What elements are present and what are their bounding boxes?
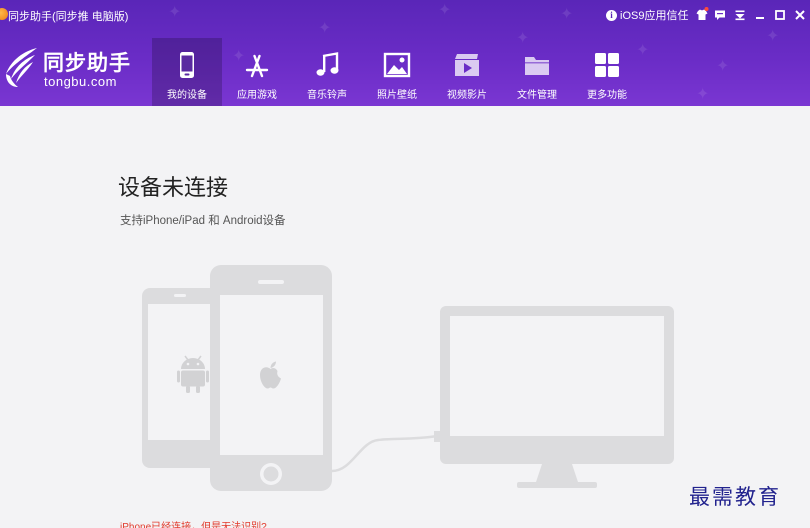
folder-icon (525, 57, 549, 75)
brand-name-en: tongbu.com (44, 74, 117, 89)
skin-icon (696, 7, 709, 20)
nav-item-apps-games[interactable]: 应用游戏 (222, 38, 292, 106)
star-decoration: ✦ (716, 56, 730, 75)
feedback-button[interactable] (712, 6, 728, 24)
grid-icon (595, 53, 619, 77)
star-decoration: ✦ (766, 26, 780, 45)
nav-label: 视频影片 (447, 90, 487, 101)
minimize-icon (756, 17, 764, 19)
music-note-icon (316, 52, 339, 76)
main-nav: 我的设备 应用游戏 音乐铃声 照片壁纸 视频影片 文件管理 更多功能 (152, 38, 642, 106)
iphone-not-recognized-link[interactable]: iPhone已经连接，但是无法识别? (120, 518, 267, 528)
ios9-trust-label: iOS9应用信任 (620, 10, 689, 22)
window-title: 同步助手(同步推 电脑版) (8, 11, 129, 23)
main-content: 设备未连接 支持iPhone/iPad 和 Android设备 iPhone已经… (0, 106, 810, 528)
brand-name-cn: 同步助手 (43, 52, 131, 75)
nav-label: 更多功能 (587, 90, 627, 101)
nav-item-music-ringtones[interactable]: 音乐铃声 (292, 38, 362, 106)
nav-item-my-device[interactable]: 我的设备 (152, 38, 222, 106)
phone-icon (180, 52, 194, 78)
usb-cable (331, 431, 440, 473)
maximize-button[interactable] (772, 6, 788, 24)
info-icon: i (606, 9, 617, 21)
star-decoration: ✦ (696, 84, 710, 103)
device-connection-illustration (142, 265, 674, 491)
feedback-icon (715, 10, 725, 20)
title-bar[interactable]: 同步助手(同步推 电脑版) i iOS9应用信任 (0, 0, 810, 30)
app-header: ✦ ✦ ✦ ✦ ✦ ✦ ✦ ✦ ✦ ✦ 同步助手(同步推 电脑版) i iOS9… (0, 0, 810, 106)
ios9-trust-button[interactable]: i iOS9应用信任 (606, 8, 688, 22)
nav-item-file-management[interactable]: 文件管理 (502, 38, 572, 106)
video-icon (455, 54, 479, 76)
nav-item-photos-wallpapers[interactable]: 照片壁纸 (362, 38, 432, 106)
nav-label: 文件管理 (517, 90, 557, 101)
nav-item-more-features[interactable]: 更多功能 (572, 38, 642, 106)
computer-monitor-illustration (440, 306, 674, 488)
photo-icon (383, 52, 411, 78)
brand-logo: 同步助手 tongbu.com (0, 44, 150, 94)
close-icon (795, 10, 805, 20)
tongbu-logo-icon (6, 48, 37, 87)
skin-button[interactable] (694, 6, 710, 24)
nav-label: 应用游戏 (237, 90, 277, 101)
close-button[interactable] (792, 6, 808, 24)
watermark-text: 最需教育 (689, 485, 781, 509)
maximize-icon (775, 10, 785, 20)
minimize-button[interactable] (752, 6, 768, 24)
app-icon (0, 8, 8, 20)
nav-item-videos[interactable]: 视频影片 (432, 38, 502, 106)
nav-label: 音乐铃声 (307, 90, 347, 101)
menu-dropdown-button[interactable] (732, 6, 748, 24)
nav-label: 照片壁纸 (377, 90, 417, 101)
menu-dropdown-icon (735, 10, 745, 21)
nav-label: 我的设备 (167, 90, 207, 101)
app-store-icon (245, 54, 269, 78)
